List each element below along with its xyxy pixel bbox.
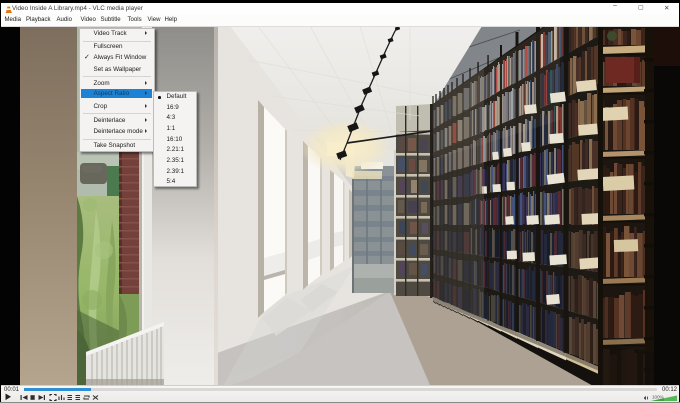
svg-text:100%: 100% [652, 394, 664, 399]
